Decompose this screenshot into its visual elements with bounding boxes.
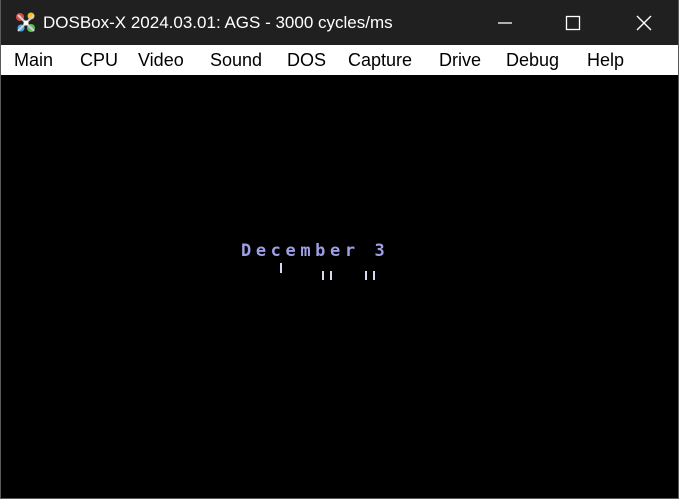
menu-video[interactable]: Video [138,45,184,75]
screen-glyph-mark [365,271,367,280]
screen-glyph-mark [373,271,375,280]
dosbox-x-app-icon[interactable] [14,11,38,35]
dos-screen[interactable]: December 3 [1,75,678,498]
menu-drive[interactable]: Drive [439,45,481,75]
minimize-button[interactable] [482,0,528,45]
close-button[interactable] [621,0,667,45]
menu-main[interactable]: Main [14,45,53,75]
minimize-icon [497,15,513,31]
menu-help[interactable]: Help [587,45,624,75]
close-icon [635,14,653,32]
menu-dos[interactable]: DOS [287,45,326,75]
menu-debug[interactable]: Debug [506,45,559,75]
maximize-icon [565,15,581,31]
window-title: DOSBox-X 2024.03.01: AGS - 3000 cycles/m… [43,13,393,32]
screen-glyph-mark [330,271,332,280]
screen-glyph-mark [322,271,324,280]
screen-glyph-mark [280,263,282,273]
maximize-button[interactable] [550,0,596,45]
menu-capture[interactable]: Capture [348,45,412,75]
dosbox-window: DOSBox-X 2024.03.01: AGS - 3000 cycles/m… [0,0,679,499]
menu-sound[interactable]: Sound [210,45,262,75]
menu-cpu[interactable]: CPU [80,45,118,75]
menu-bar: Main CPU Video Sound DOS Capture Drive D… [1,45,678,75]
title-bar[interactable]: DOSBox-X 2024.03.01: AGS - 3000 cycles/m… [1,0,678,45]
game-date-text: December 3 [241,241,390,261]
